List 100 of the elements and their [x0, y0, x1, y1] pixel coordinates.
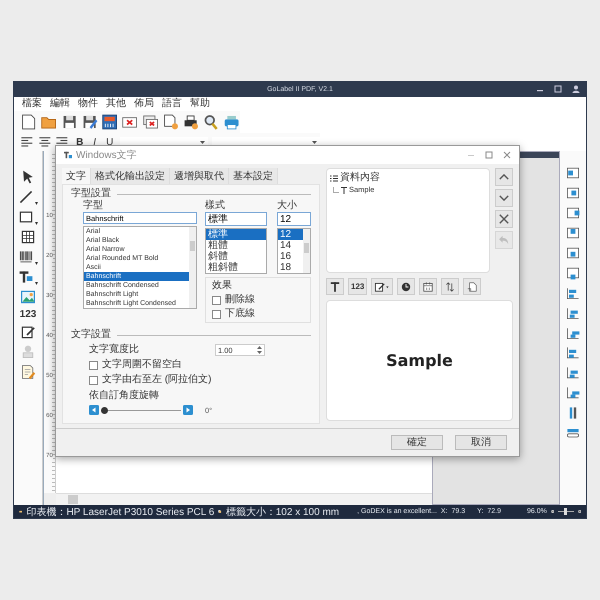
size-list[interactable]: 12 14 16 18 [277, 228, 311, 274]
rectangle-tool-icon[interactable] [18, 209, 34, 225]
distribute-left-icon[interactable] [565, 285, 581, 301]
clock-icon[interactable] [400, 280, 412, 292]
menu-item[interactable]: 編輯 [50, 98, 70, 110]
field-label: 樣式 [205, 200, 226, 212]
calendar-icon[interactable] [422, 280, 434, 292]
maximize-icon[interactable] [485, 151, 493, 159]
style-list[interactable]: 標準 粗體 斜體 粗斜體 [205, 228, 267, 274]
barcode-tool-icon[interactable] [18, 249, 34, 265]
scrollbar[interactable] [189, 227, 196, 308]
list-item[interactable]: 斜體 [206, 251, 266, 262]
format-button[interactable]: B [73, 136, 86, 148]
group-title: 文字設置 [71, 329, 111, 341]
close-icon[interactable] [503, 151, 511, 159]
sort-arrows-button[interactable] [441, 278, 460, 295]
distribute-middle-icon[interactable] [565, 365, 581, 381]
checkbox-label[interactable]: 文字由右至左 (阿拉伯文) [102, 374, 212, 386]
distribute-right-icon[interactable] [565, 325, 581, 341]
document-pen-icon[interactable] [20, 364, 36, 380]
align-left-icon[interactable] [565, 165, 581, 181]
sort-arrows-icon[interactable] [444, 280, 456, 292]
calendar-button[interactable] [419, 278, 438, 295]
menu-item[interactable]: 語言 [162, 98, 182, 110]
insert-text-button[interactable] [326, 278, 344, 295]
checkbox[interactable] [89, 360, 98, 370]
text-icon [341, 186, 347, 194]
list-item[interactable]: 14 [278, 240, 303, 251]
new-document-icon[interactable] [20, 113, 38, 131]
list-item[interactable]: 粗斜體 [206, 262, 266, 273]
group-title: 效果 [212, 280, 233, 292]
page-link-button[interactable] [463, 278, 482, 295]
format-button[interactable]: I [90, 136, 100, 148]
align-middle-icon[interactable] [565, 245, 581, 261]
text-app-icon [64, 151, 72, 159]
ok-button[interactable]: 確定 [391, 435, 443, 450]
distribute-bottom-icon[interactable] [565, 385, 581, 401]
tree-item[interactable]: 資料內容 [340, 172, 380, 184]
menu-item[interactable]: 幫助 [190, 98, 210, 110]
checkbox-label[interactable]: 刪除線 [225, 294, 255, 306]
zoom-slider-thumb[interactable] [564, 508, 568, 515]
align-bottom-icon[interactable] [565, 265, 581, 281]
caret-icon[interactable] [35, 202, 38, 205]
caret-icon[interactable] [35, 282, 38, 285]
menu-item[interactable]: 物件 [78, 98, 98, 110]
tab[interactable]: 遞增與取代 [170, 168, 229, 184]
printer-status: 印表機：HP LaserJet P3010 Series PCL 6 [26, 506, 214, 518]
checkbox-label[interactable]: 文字周圍不留空白 [102, 359, 182, 371]
list-item[interactable]: 粗體 [206, 240, 266, 251]
style-input[interactable]: 標準 [205, 212, 267, 226]
increase-button[interactable] [183, 405, 193, 415]
format-button[interactable]: U [103, 136, 116, 148]
insert-field-button[interactable] [371, 278, 394, 295]
insert-number-button[interactable]: 123 [348, 278, 368, 295]
text-icon[interactable] [329, 280, 341, 292]
line-tool-icon[interactable] [18, 189, 34, 205]
user-icon[interactable] [572, 85, 580, 93]
clock-button[interactable] [397, 278, 416, 295]
close-all-icon[interactable] [142, 113, 159, 131]
list-item[interactable]: 16 [278, 251, 303, 262]
page-setup-icon[interactable] [162, 113, 180, 131]
tab[interactable]: 基本設定 [229, 168, 278, 184]
align-left-icon[interactable] [20, 135, 34, 149]
cancel-button[interactable]: 取消 [455, 435, 507, 450]
menu-item[interactable]: 其他 [106, 98, 126, 110]
maximize-icon[interactable] [554, 85, 562, 93]
list-item[interactable]: 12 [278, 229, 303, 240]
page-link-icon[interactable] [466, 280, 478, 292]
list-item[interactable]: 18 [278, 262, 303, 273]
tab[interactable]: 格式化輸出設定 [91, 168, 170, 184]
align-right-icon[interactable] [565, 205, 581, 221]
floppy-pen-icon[interactable] [80, 113, 98, 131]
distribute-top-icon[interactable] [565, 345, 581, 361]
export-icon[interactable] [101, 113, 118, 131]
menu-item[interactable]: 檔案 [22, 98, 42, 110]
printer-icon[interactable] [222, 113, 240, 131]
tab[interactable]: 文字 [62, 168, 91, 184]
distribute-center-icon[interactable] [565, 305, 581, 321]
printer-settings-icon[interactable] [182, 113, 200, 131]
align-center-icon[interactable] [565, 185, 581, 201]
number-tool[interactable]: 123 [20, 309, 36, 320]
scrollbar[interactable] [56, 493, 432, 505]
align-center-icon[interactable] [38, 135, 52, 149]
angle-slider-thumb[interactable] [101, 406, 108, 414]
checkbox-label[interactable]: 下底線 [225, 308, 255, 320]
caret-icon[interactable] [35, 222, 38, 225]
align-top-icon[interactable] [565, 225, 581, 241]
menu-item[interactable]: 佈局 [134, 98, 154, 110]
checkbox[interactable] [89, 376, 98, 384]
checkbox[interactable] [212, 296, 221, 304]
caret-icon[interactable] [35, 262, 38, 265]
text-tool-icon[interactable] [18, 269, 34, 285]
print-preview-icon[interactable] [202, 113, 220, 131]
scrollbar[interactable] [303, 229, 310, 273]
size-input[interactable]: 12 [277, 212, 311, 226]
table-tool-icon[interactable] [20, 229, 36, 245]
checkbox[interactable] [212, 310, 221, 318]
edit-tool-icon[interactable] [20, 324, 36, 340]
edit-icon[interactable] [374, 280, 390, 292]
list-item[interactable]: 標準 [206, 229, 266, 240]
